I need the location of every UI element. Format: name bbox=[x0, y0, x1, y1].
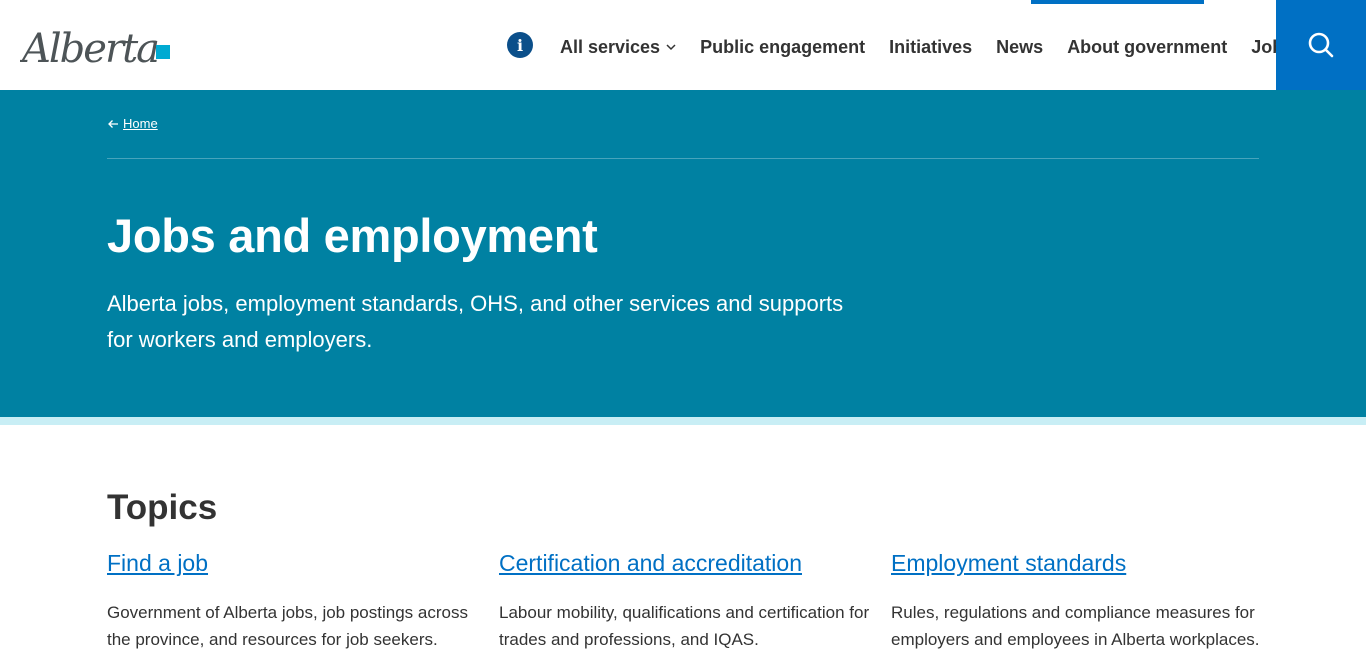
svg-text:Alberta: Alberta bbox=[20, 26, 158, 68]
nav-all-services-label: All services bbox=[560, 36, 661, 57]
topics-heading: Topics bbox=[107, 488, 218, 527]
page-title: Jobs and employment bbox=[107, 209, 598, 262]
chevron-down-icon bbox=[666, 44, 676, 51]
topic-link-find-a-job[interactable]: Find a job bbox=[107, 550, 208, 577]
arrow-left-icon bbox=[108, 119, 118, 128]
nav-about-government[interactable]: About government bbox=[1067, 37, 1227, 58]
topic-description: Government of Alberta jobs, job postings… bbox=[107, 603, 468, 649]
search-icon bbox=[1308, 32, 1334, 58]
topic-card: Employment standards Rules, regulations … bbox=[891, 550, 1271, 653]
topic-link-employment-standards[interactable]: Employment standards bbox=[891, 550, 1126, 577]
active-nav-indicator bbox=[1031, 0, 1204, 4]
hero-banner: Home Jobs and employment Alberta jobs, e… bbox=[0, 90, 1366, 417]
info-icon[interactable]: i bbox=[507, 32, 533, 58]
divider bbox=[107, 158, 1259, 159]
alberta-logo[interactable]: Alberta bbox=[20, 22, 172, 68]
nav-news[interactable]: News bbox=[996, 37, 1043, 58]
search-button[interactable] bbox=[1276, 0, 1366, 90]
nav-public-engagement[interactable]: Public engagement bbox=[700, 37, 865, 58]
breadcrumb: Home bbox=[107, 116, 158, 131]
topic-link-certification[interactable]: Certification and accreditation bbox=[499, 550, 802, 577]
page-lead: Alberta jobs, employment standards, OHS,… bbox=[107, 291, 844, 352]
topic-description: Rules, regulations and compliance measur… bbox=[891, 603, 1260, 649]
site-header: Alberta i All services Public engagement… bbox=[0, 0, 1366, 90]
nav-initiatives[interactable]: Initiatives bbox=[889, 37, 972, 58]
main-nav: All services Public engagement Initiativ… bbox=[560, 34, 1293, 60]
topic-card: Find a job Government of Alberta jobs, j… bbox=[107, 550, 487, 653]
topic-description: Labour mobility, qualifications and cert… bbox=[499, 603, 870, 649]
topic-card: Certification and accreditation Labour m… bbox=[499, 550, 879, 653]
hero-stripe bbox=[0, 417, 1366, 425]
nav-all-services[interactable]: All services bbox=[560, 37, 676, 58]
breadcrumb-home-link[interactable]: Home bbox=[123, 116, 158, 131]
